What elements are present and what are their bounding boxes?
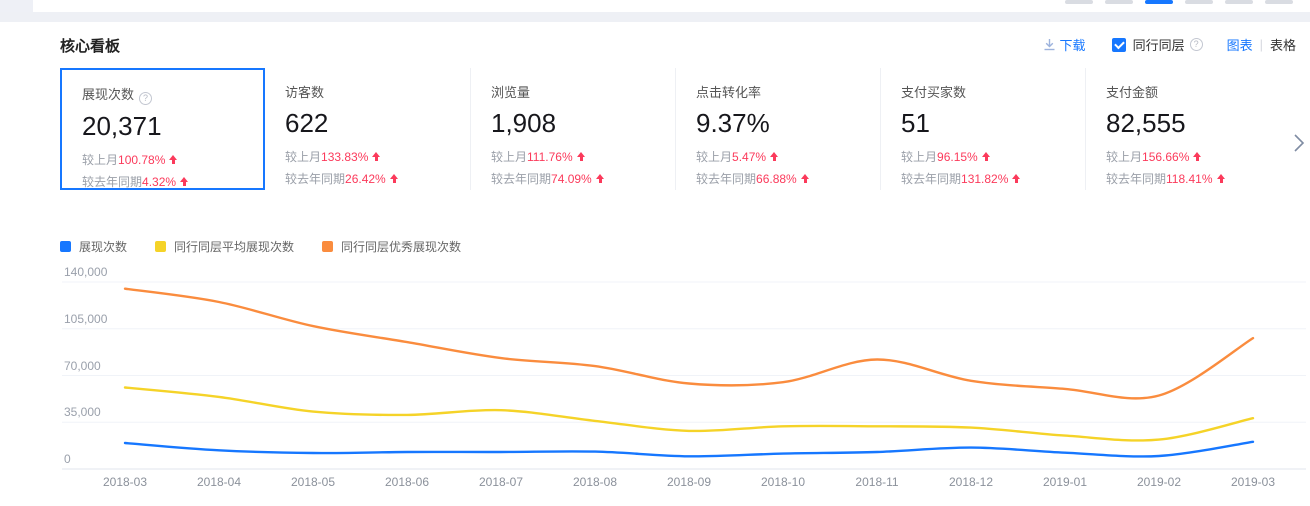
series-line[interactable] (125, 388, 1253, 441)
yoy-comparison: 较去年同期131.82% (901, 170, 1085, 187)
pager-bar-active[interactable] (1145, 0, 1173, 4)
yoy-comparison: 较去年同期26.42% (285, 170, 470, 187)
metric-card-paying-buyers[interactable]: 支付买家数 51 较上月96.15% 较去年同期131.82% (880, 68, 1085, 190)
up-arrow-icon (1217, 174, 1226, 184)
up-arrow-icon (180, 177, 189, 187)
pager-bar[interactable] (1225, 0, 1253, 4)
legend-label: 同行同层优秀展现次数 (341, 238, 461, 255)
pager-bar[interactable] (1105, 0, 1133, 4)
x-tick-label: 2018-11 (837, 475, 917, 489)
metric-label: 展现次数 (82, 87, 134, 102)
metric-card-impressions[interactable]: 展现次数 20,371 较上月100.78% 较去年同期4.32% (60, 68, 265, 190)
yoy-comparison: 较去年同期66.88% (696, 170, 880, 187)
yoy-comparison: 较去年同期118.41% (1106, 170, 1290, 187)
chart-legend: 展现次数 同行同层平均展现次数 同行同层优秀展现次数 (60, 238, 489, 255)
x-tick-label: 2018-10 (743, 475, 823, 489)
legend-swatch-icon (155, 241, 166, 252)
view-toggle: 图表 | 表格 (1227, 35, 1296, 54)
metric-value: 20,371 (82, 111, 263, 142)
page-background-band (0, 12, 1310, 22)
metric-value: 51 (901, 108, 1085, 139)
mom-comparison: 较上月111.76% (491, 148, 675, 165)
help-icon[interactable] (139, 92, 152, 105)
x-tick-label: 2019-01 (1025, 475, 1105, 489)
download-icon (1043, 38, 1056, 51)
x-tick-label: 2018-04 (179, 475, 259, 489)
peer-comparison-checkbox[interactable] (1112, 38, 1126, 52)
up-arrow-icon (372, 152, 381, 162)
download-button[interactable]: 下载 (1043, 35, 1086, 54)
up-arrow-icon (1193, 152, 1202, 162)
peer-comparison-label: 同行同层 (1133, 35, 1185, 54)
mom-comparison: 较上月100.78% (82, 151, 263, 168)
metric-label: 浏览量 (491, 85, 530, 100)
x-tick-label: 2018-09 (649, 475, 729, 489)
view-chart-tab[interactable]: 图表 (1227, 35, 1253, 54)
metric-card-conversion-rate[interactable]: 点击转化率 9.37% 较上月5.47% 较去年同期66.88% (675, 68, 880, 190)
yoy-comparison: 较去年同期4.32% (82, 173, 263, 190)
metric-value: 9.37% (696, 108, 880, 139)
metric-card-pageviews[interactable]: 浏览量 1,908 较上月111.76% 较去年同期74.09% (470, 68, 675, 190)
up-arrow-icon (801, 174, 810, 184)
x-tick-label: 2018-03 (85, 475, 165, 489)
legend-item[interactable]: 同行同层平均展现次数 (155, 238, 294, 255)
trend-lines-svg (0, 266, 1310, 506)
metric-label: 支付金额 (1106, 85, 1158, 100)
top-left-corner-block (0, 0, 33, 12)
pager-bar[interactable] (1265, 0, 1293, 4)
mom-comparison: 较上月96.15% (901, 148, 1085, 165)
peer-comparison-group: 同行同层 (1112, 35, 1203, 54)
up-arrow-icon (596, 174, 605, 184)
x-tick-label: 2019-02 (1119, 475, 1199, 489)
series-line[interactable] (125, 442, 1253, 457)
metric-card-payment-amount[interactable]: 支付金额 82,555 较上月156.66% 较去年同期118.41% (1085, 68, 1290, 190)
legend-item[interactable]: 展现次数 (60, 238, 127, 255)
page-title: 核心看板 (60, 35, 120, 56)
core-dashboard-panel: 核心看板 下载 同行同层 图表 | 表格 展现次数 20,371 较上月100.… (0, 22, 1310, 503)
next-cards-chevron-icon[interactable] (1292, 132, 1306, 154)
view-table-tab[interactable]: 表格 (1270, 35, 1296, 54)
pager-bar[interactable] (1065, 0, 1093, 4)
up-arrow-icon (169, 155, 178, 165)
view-toggle-divider: | (1260, 37, 1263, 52)
mom-comparison: 较上月5.47% (696, 148, 880, 165)
x-tick-label: 2018-07 (461, 475, 541, 489)
up-arrow-icon (1012, 174, 1021, 184)
up-arrow-icon (577, 152, 586, 162)
toolbar: 下载 同行同层 图表 | 表格 (1043, 35, 1296, 54)
impressions-trend-chart[interactable]: 035,00070,000105,000140,0002018-032018-0… (0, 266, 1310, 506)
legend-label: 展现次数 (79, 238, 127, 255)
mom-comparison: 较上月156.66% (1106, 148, 1290, 165)
legend-label: 同行同层平均展现次数 (174, 238, 294, 255)
x-tick-label: 2018-12 (931, 475, 1011, 489)
mom-comparison: 较上月133.83% (285, 148, 470, 165)
metric-value: 622 (285, 108, 470, 139)
yoy-comparison: 较去年同期74.09% (491, 170, 675, 187)
x-tick-label: 2019-03 (1213, 475, 1293, 489)
metric-label: 点击转化率 (696, 85, 761, 100)
legend-swatch-icon (60, 241, 71, 252)
x-tick-label: 2018-06 (367, 475, 447, 489)
metric-value: 82,555 (1106, 108, 1290, 139)
download-label: 下载 (1060, 35, 1086, 54)
up-arrow-icon (982, 152, 991, 162)
metric-card-visitors[interactable]: 访客数 622 较上月133.83% 较去年同期26.42% (265, 68, 470, 190)
legend-item[interactable]: 同行同层优秀展现次数 (322, 238, 461, 255)
legend-swatch-icon (322, 241, 333, 252)
metric-cards-row: 展现次数 20,371 较上月100.78% 较去年同期4.32% 访客数 62… (60, 68, 1290, 190)
x-tick-label: 2018-08 (555, 475, 635, 489)
metric-label: 访客数 (285, 85, 324, 100)
metric-label: 支付买家数 (901, 85, 966, 100)
x-tick-label: 2018-05 (273, 475, 353, 489)
help-icon[interactable] (1190, 38, 1203, 51)
up-arrow-icon (770, 152, 779, 162)
up-arrow-icon (390, 174, 399, 184)
series-line[interactable] (125, 289, 1253, 399)
metric-value: 1,908 (491, 108, 675, 139)
pager-bar[interactable] (1185, 0, 1213, 4)
